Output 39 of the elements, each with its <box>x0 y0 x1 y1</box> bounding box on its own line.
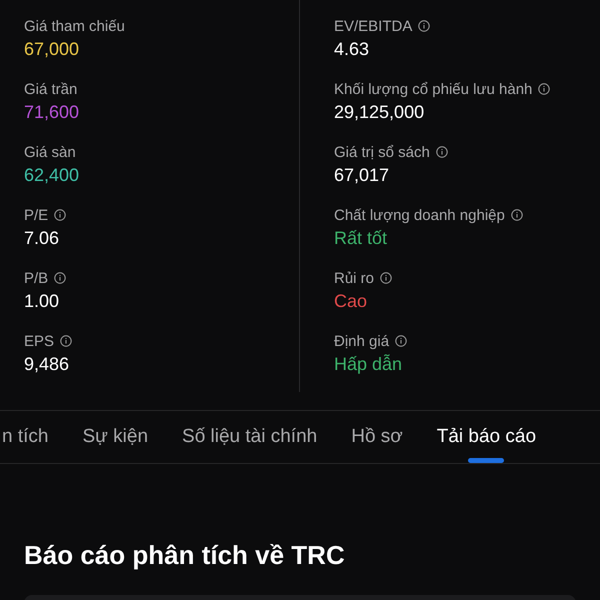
metric-value: Rất tốt <box>334 228 388 249</box>
section-title: Báo cáo phân tích về TRC <box>24 540 346 571</box>
metric-value: 67,017 <box>334 165 390 186</box>
metric-label: Chất lượng doanh nghiệp <box>334 206 505 224</box>
metric-value: 1.00 <box>24 291 60 312</box>
metric-label: Giá trị sổ sách <box>334 144 430 160</box>
tab[interactable]: Tải báo cáo <box>436 411 536 463</box>
metric-label: P/E <box>24 206 48 224</box>
metric-value: 9,486 <box>24 354 70 375</box>
metric-label: Khối lượng cổ phiếu lưu hành <box>334 80 532 98</box>
metric-value: 7.06 <box>24 228 60 249</box>
info-icon[interactable] <box>60 335 72 347</box>
info-icon[interactable] <box>436 146 448 158</box>
metric-label: Giá tham chiếu <box>24 18 125 34</box>
info-icon[interactable] <box>418 20 430 32</box>
metric-label: Giá trần <box>24 80 78 98</box>
info-icon[interactable] <box>54 272 66 284</box>
tab[interactable]: Hồ sơ <box>351 411 403 463</box>
tab[interactable]: n tích <box>2 411 48 463</box>
info-icon[interactable] <box>538 83 550 95</box>
tab[interactable]: Số liệu tài chính <box>182 411 318 463</box>
metric-value: 67,000 <box>24 39 80 60</box>
tab[interactable]: Sự kiện <box>82 411 148 463</box>
metric-label: Định giá <box>334 332 390 350</box>
metric-value: 62,400 <box>24 165 80 186</box>
metric-value: Hấp dẫn <box>334 354 404 375</box>
metric-label: EV/EBITDA <box>334 18 412 34</box>
metric-label: Rủi ro <box>334 270 374 286</box>
metric-value: 71,600 <box>24 102 80 123</box>
metric-label: Giá sàn <box>24 144 76 160</box>
info-icon[interactable] <box>510 209 523 221</box>
info-icon[interactable] <box>54 209 66 221</box>
metric-label: EPS <box>24 332 54 350</box>
info-icon[interactable] <box>380 272 392 284</box>
metric-label: P/B <box>24 270 48 286</box>
metric-value: 29,125,000 <box>334 102 426 123</box>
metric-value: 4.63 <box>334 39 370 60</box>
info-icon[interactable] <box>395 335 408 347</box>
metric-value: Cao <box>334 291 368 312</box>
